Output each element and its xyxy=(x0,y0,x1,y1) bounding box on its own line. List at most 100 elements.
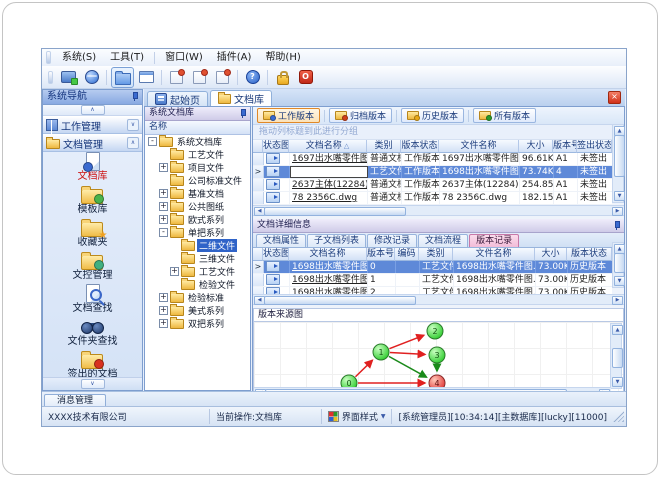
toolbar-button-globe[interactable] xyxy=(81,68,102,87)
version-button-1[interactable]: 归档版本 xyxy=(329,108,393,123)
toolbar-button-monitor[interactable] xyxy=(58,68,79,87)
expand-plus-icon[interactable]: + xyxy=(159,293,168,302)
toolbar-button-mail-report[interactable] xyxy=(166,68,187,87)
sidebar-item-2[interactable]: ★ 收藏夹 xyxy=(47,216,138,249)
pin-icon[interactable] xyxy=(612,221,621,230)
column-header[interactable]: 签出状态 xyxy=(577,140,612,153)
scroll-down-icon[interactable]: ▼ xyxy=(612,377,623,387)
top-table-vscrollbar[interactable]: ▲ ▼ xyxy=(612,124,625,203)
column-header[interactable]: 版本号 xyxy=(367,248,395,261)
pin-icon[interactable] xyxy=(238,109,247,118)
expand-plus-icon[interactable]: + xyxy=(159,306,168,315)
chevron-up-icon[interactable]: ∧ xyxy=(80,105,105,115)
sidebar-item-0[interactable]: 文档库 xyxy=(47,150,138,183)
detail-tab-2[interactable]: 修改记录 xyxy=(367,234,418,247)
detail-table-hscrollbar[interactable]: ◀ ▶ xyxy=(253,294,624,305)
scroll-up-icon[interactable]: ▲ xyxy=(612,325,623,335)
toolbar-button-folder[interactable] xyxy=(111,66,134,88)
interface-style-chooser[interactable]: 界面样式 ▼ xyxy=(322,409,393,424)
sidebar-item-6[interactable]: 签出的文档 xyxy=(47,348,138,378)
tree-node-10[interactable]: + 工艺文件 xyxy=(145,264,250,278)
detail-tab-0[interactable]: 文档属性 xyxy=(256,234,307,247)
menu-item-0[interactable]: 系统(S) xyxy=(55,50,103,65)
column-header[interactable]: 类别 xyxy=(367,140,401,153)
tree-node-2[interactable]: + 项目文件 xyxy=(145,160,250,174)
chevron-down-icon[interactable]: ∨ xyxy=(127,119,139,131)
expand-plus-icon[interactable]: + xyxy=(170,267,179,276)
tree-node-5[interactable]: + 公共图纸 xyxy=(145,199,250,213)
tree-node-7[interactable]: - 单把系列 xyxy=(145,225,250,239)
tree-node-12[interactable]: + 检验标准 xyxy=(145,290,250,304)
tree-node-0[interactable]: - 系统文档库 xyxy=(145,134,250,148)
version-button-2[interactable]: 历史版本 xyxy=(401,108,465,123)
detail-tab-1[interactable]: 子文档列表 xyxy=(307,234,367,247)
scroll-thumb[interactable] xyxy=(612,348,623,368)
row-indicator-header[interactable] xyxy=(253,248,263,261)
tree-node-3[interactable]: 公司标准文件 xyxy=(145,173,250,187)
sidebar-item-1[interactable]: 模板库 xyxy=(47,183,138,216)
table-row-1[interactable]: 1698出水嘴零件图.dwg1工艺文件1698出水嘴零件图.dwg73.00KB… xyxy=(253,274,612,287)
sidebar-group-work[interactable]: 工作管理 ∨ xyxy=(43,116,142,134)
scroll-thumb[interactable] xyxy=(264,207,406,216)
resize-grip[interactable] xyxy=(613,411,624,422)
column-header[interactable]: 版本状态 xyxy=(567,248,612,261)
scroll-down-icon[interactable]: ▼ xyxy=(614,191,625,201)
tree-node-14[interactable]: + 双把系列 xyxy=(145,316,250,330)
column-header[interactable]: 版本号 xyxy=(553,140,577,153)
tree-node-1[interactable]: 工艺文件 xyxy=(145,147,250,161)
sidebar-item-3[interactable]: 文控管理 xyxy=(47,249,138,282)
scroll-thumb[interactable] xyxy=(614,253,625,273)
top-table-hscrollbar[interactable]: ◀ ▶ xyxy=(253,205,624,216)
column-header[interactable]: 类别 xyxy=(419,248,453,261)
tree-node-9[interactable]: 三维文件 xyxy=(145,251,250,265)
table-row-1[interactable]: >1698出水嘴零件图.dwg工艺文件工作版本1698出水嘴零件图.dwg73.… xyxy=(253,166,613,179)
sidebar-item-4[interactable]: 文档查找 xyxy=(47,282,138,315)
scroll-right-icon[interactable]: ▶ xyxy=(612,296,623,305)
collapse-minus-icon[interactable]: - xyxy=(159,228,168,237)
version-button-0[interactable]: 工作版本 xyxy=(257,108,321,123)
expand-plus-icon[interactable]: + xyxy=(159,189,168,198)
row-indicator-header[interactable] xyxy=(253,140,263,153)
expand-plus-icon[interactable]: + xyxy=(159,319,168,328)
expand-plus-icon[interactable]: + xyxy=(159,163,168,172)
column-header[interactable]: 文件名称 xyxy=(453,248,535,261)
column-header[interactable]: 编码 xyxy=(395,248,419,261)
close-icon[interactable]: × xyxy=(608,91,621,104)
chevron-down-icon[interactable]: ∨ xyxy=(80,379,105,389)
toolbar-button-power[interactable]: O xyxy=(295,68,316,87)
expand-plus-icon[interactable]: + xyxy=(159,202,168,211)
table-row-0[interactable]: >1698出水嘴零件图.dwg0工艺文件1698出水嘴零件图.dwg73.00K… xyxy=(253,261,612,274)
detail-tab-3[interactable]: 文档流程 xyxy=(418,234,469,247)
scroll-thumb[interactable] xyxy=(264,296,416,305)
menu-item-4[interactable]: 帮助(H) xyxy=(258,50,307,65)
tree-node-11[interactable]: 检验文件 xyxy=(145,277,250,291)
column-header[interactable]: 文件名称 xyxy=(439,140,519,153)
collapse-minus-icon[interactable]: - xyxy=(148,137,157,146)
table-row-3[interactable]: 78 2356C.dwg普通文档工作版本78 2356C.dwg182.15KB… xyxy=(253,192,613,205)
column-header[interactable]: 状态图 xyxy=(263,140,289,153)
column-header[interactable]: 文档名称 △ xyxy=(289,140,367,153)
menu-item-2[interactable]: 窗口(W) xyxy=(158,50,210,65)
detail-table-vscrollbar[interactable]: ▲ ▼ xyxy=(612,242,625,288)
toolbar-button-mail-new[interactable] xyxy=(189,68,210,87)
toolbar-button-lock[interactable] xyxy=(272,68,293,87)
column-header[interactable]: 文档名称 xyxy=(289,248,367,261)
menu-item-1[interactable]: 工具(T) xyxy=(103,50,151,65)
tab-1[interactable]: 文档库 xyxy=(210,90,272,106)
toolbar-button-mail-delete[interactable] xyxy=(212,68,233,87)
toolbar-button-help[interactable]: ? xyxy=(242,68,263,87)
menu-item-3[interactable]: 插件(A) xyxy=(210,50,259,65)
pin-icon[interactable] xyxy=(130,92,139,101)
toolbar-grip[interactable] xyxy=(48,70,53,84)
tab-0[interactable]: 起始页 xyxy=(147,91,208,107)
table-row-0[interactable]: 1697出水嘴零件图.dwg普通文档工作版本1697出水嘴零件图.dwg96.6… xyxy=(253,153,613,166)
scroll-thumb[interactable] xyxy=(614,135,625,177)
toolbar-button-window[interactable] xyxy=(136,68,157,87)
scroll-down-icon[interactable]: ▼ xyxy=(614,276,625,286)
version-button-3[interactable]: 所有版本 xyxy=(473,108,537,123)
tree-node-4[interactable]: + 基准文档 xyxy=(145,186,250,200)
detail-tab-4[interactable]: 版本记录 xyxy=(469,234,520,247)
column-header[interactable]: 大小 xyxy=(519,140,553,153)
column-header[interactable]: 状态图 xyxy=(263,248,289,261)
tree-node-13[interactable]: + 美式系列 xyxy=(145,303,250,317)
